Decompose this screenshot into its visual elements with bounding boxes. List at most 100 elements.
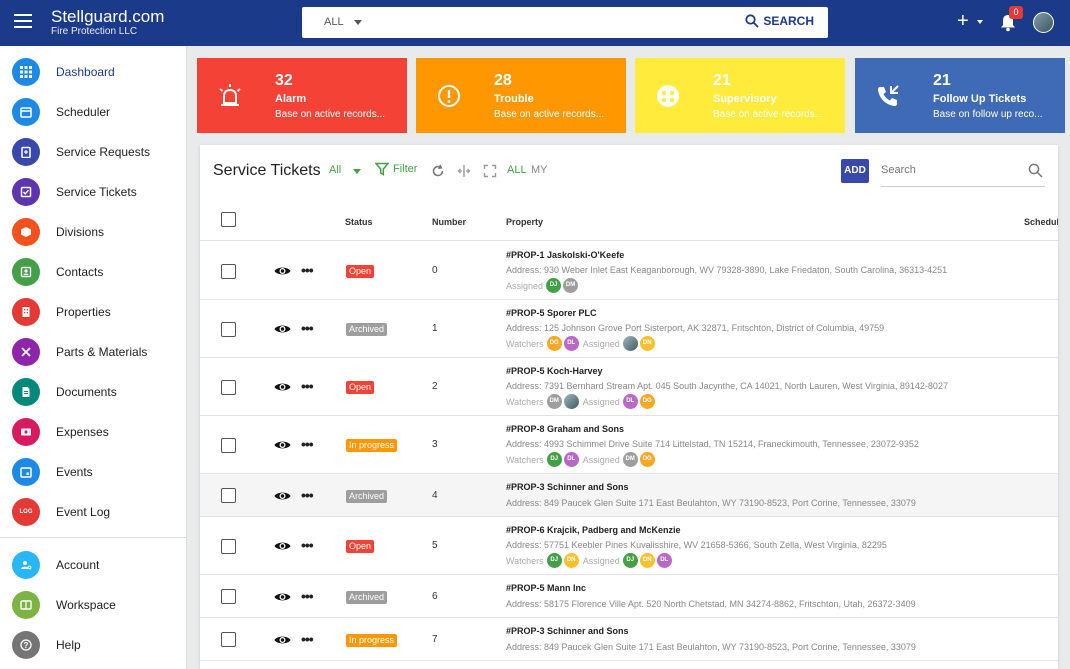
sidebar-item-properties[interactable]: Properties: [0, 292, 187, 332]
more-actions-icon[interactable]: •••: [301, 378, 314, 394]
table-row[interactable]: ••• Open 2 #PROP-5 Koch-Harvey Address: 7391…: [200, 358, 1058, 416]
user-avatar[interactable]: [1033, 12, 1054, 33]
brand[interactable]: Stellguard.com Fire Protection LLC: [51, 8, 164, 38]
row-checkbox[interactable]: [221, 437, 236, 453]
search-button[interactable]: SEARCH: [745, 14, 814, 28]
user-initials-avatar[interactable]: DJ: [622, 553, 638, 568]
user-initials-avatar[interactable]: DG: [639, 452, 655, 467]
sidebar-item-divisions[interactable]: Divisions: [0, 212, 187, 252]
chevron-down-icon[interactable]: [977, 20, 983, 24]
view-icon[interactable]: [274, 490, 291, 502]
user-initials-avatar[interactable]: DL: [622, 394, 638, 409]
sidebar-item-events[interactable]: Events: [0, 452, 187, 492]
property-name-link[interactable]: #PROP-8 Graham and Sons: [506, 424, 624, 434]
user-initials-avatar[interactable]: DJ: [546, 278, 562, 293]
stat-card-supervisory[interactable]: 21 Supervisory Base on active records...: [635, 58, 845, 133]
user-initials-avatar[interactable]: DL: [563, 452, 579, 467]
search-scope-select[interactable]: ALL: [324, 16, 344, 28]
user-initials-avatar[interactable]: DN: [639, 336, 655, 351]
property-name-link[interactable]: #PROP-5 Mann Inc: [506, 583, 586, 593]
sidebar-item-dashboard[interactable]: Dashboard: [0, 52, 187, 92]
refresh-icon[interactable]: [431, 164, 445, 178]
filter-button[interactable]: Filter: [375, 162, 417, 176]
user-initials-avatar[interactable]: DM: [622, 452, 638, 467]
sidebar-item-workspace[interactable]: Workspace: [0, 585, 187, 625]
user-initials-avatar[interactable]: DM: [546, 394, 562, 409]
user-initials-avatar[interactable]: DG: [639, 394, 655, 409]
column-header-number[interactable]: Number: [432, 217, 466, 227]
more-actions-icon[interactable]: •••: [301, 436, 314, 452]
property-name-link[interactable]: #PROP-6 Krajcik, Padberg and McKenzie: [506, 525, 681, 535]
table-row[interactable]: ••• Open 5 #PROP-6 Krajcik, Padberg and McK…: [200, 517, 1058, 575]
sidebar-item-help[interactable]: ? Help: [0, 625, 187, 665]
search-icon[interactable]: [1028, 163, 1043, 178]
user-initials-avatar[interactable]: DJ: [546, 553, 562, 568]
view-icon[interactable]: [274, 323, 291, 335]
table-row[interactable]: ••• Archived 6 #PROP-5 Mann Inc Address: 581…: [200, 575, 1058, 618]
sidebar-item-documents[interactable]: Documents: [0, 372, 187, 412]
fullscreen-icon[interactable]: [483, 164, 497, 178]
more-actions-icon[interactable]: •••: [301, 487, 314, 503]
more-actions-icon[interactable]: •••: [301, 537, 314, 553]
sidebar-item-parts-materials[interactable]: Parts & Materials: [0, 332, 187, 372]
more-actions-icon[interactable]: •••: [301, 588, 314, 604]
more-actions-icon[interactable]: •••: [301, 320, 314, 336]
chevron-down-icon[interactable]: [354, 20, 362, 25]
user-initials-avatar[interactable]: DN: [563, 553, 579, 568]
user-initials-avatar[interactable]: DJ: [546, 452, 562, 467]
property-name-link[interactable]: #PROP-3 Schinner and Sons: [506, 482, 629, 492]
sidebar-item-scheduler[interactable]: Scheduler: [0, 92, 187, 132]
ticket-search-input[interactable]: [881, 155, 1021, 185]
view-icon[interactable]: [274, 381, 291, 393]
table-row[interactable]: ••• Archived 1 #PROP-5 Sporer PLC Address: 1…: [200, 300, 1058, 358]
view-icon[interactable]: [274, 591, 291, 603]
stat-card-trouble[interactable]: 28 Trouble Base on active records...: [416, 58, 626, 133]
add-new-button[interactable]: +: [957, 10, 969, 32]
global-search-bar[interactable]: ALL SEARCH: [302, 7, 828, 38]
sidebar-item-contacts[interactable]: Contacts: [0, 252, 187, 292]
row-checkbox[interactable]: [221, 379, 236, 395]
table-row[interactable]: ••• Archived 4 #PROP-3 Schinner and Sons Add…: [200, 474, 1058, 517]
sidebar-item-expenses[interactable]: Expenses: [0, 412, 187, 452]
sidebar-item-event-log[interactable]: LOG Event Log: [0, 492, 187, 532]
view-icon[interactable]: [274, 634, 291, 646]
user-initials-avatar[interactable]: DL: [563, 336, 579, 351]
stat-card-alarm[interactable]: 32 Alarm Base on active records...: [197, 58, 407, 133]
column-resize-icon[interactable]: [457, 164, 471, 178]
row-checkbox[interactable]: [221, 263, 236, 279]
more-actions-icon[interactable]: •••: [301, 262, 314, 278]
more-actions-icon[interactable]: •••: [301, 631, 314, 647]
column-header-property[interactable]: Property: [506, 217, 543, 227]
row-checkbox[interactable]: [221, 321, 236, 337]
table-row[interactable]: ••• Open 0 #PROP-1 Jaskolski-O'Keefe Address…: [200, 242, 1058, 300]
property-name-link[interactable]: #PROP-5 Sporer PLC: [506, 308, 597, 318]
view-icon[interactable]: [274, 540, 291, 552]
scope-my-toggle[interactable]: MY: [531, 164, 548, 176]
add-ticket-button[interactable]: ADD: [841, 159, 869, 183]
table-row[interactable]: ••• In progress 3 #PROP-8 Graham and Sons Ad…: [200, 416, 1058, 474]
filter-scope-select[interactable]: All: [329, 164, 341, 176]
view-icon[interactable]: [274, 439, 291, 451]
user-initials-avatar[interactable]: DN: [639, 553, 655, 568]
sidebar-item-service-tickets[interactable]: Service Tickets: [0, 172, 187, 212]
select-all-checkbox[interactable]: [221, 212, 236, 227]
column-header-status[interactable]: Status: [345, 217, 373, 227]
user-initials-avatar[interactable]: DM: [563, 278, 579, 293]
sidebar-item-account[interactable]: Account: [0, 545, 187, 585]
user-photo-avatar[interactable]: [563, 394, 579, 409]
column-header-schedule[interactable]: Schedul: [1024, 217, 1058, 227]
row-checkbox[interactable]: [221, 488, 236, 503]
user-initials-avatar[interactable]: DL: [656, 553, 672, 568]
property-name-link[interactable]: #PROP-3 Schinner and Sons: [506, 626, 629, 636]
chevron-down-icon[interactable]: [353, 169, 361, 174]
property-name-link[interactable]: #PROP-1 Jaskolski-O'Keefe: [506, 250, 624, 260]
row-checkbox[interactable]: [221, 632, 236, 647]
row-checkbox[interactable]: [221, 589, 236, 604]
property-name-link[interactable]: #PROP-5 Koch-Harvey: [506, 366, 603, 376]
user-photo-avatar[interactable]: [622, 336, 638, 351]
menu-icon[interactable]: [14, 14, 32, 30]
stat-card-follow-up[interactable]: 21 Follow Up Tickets Base on follow up r…: [855, 58, 1065, 133]
row-checkbox[interactable]: [221, 538, 236, 554]
scope-all-toggle[interactable]: ALL: [507, 164, 527, 176]
table-row[interactable]: ••• In progress 7 #PROP-3 Schinner and Sons…: [200, 618, 1058, 661]
